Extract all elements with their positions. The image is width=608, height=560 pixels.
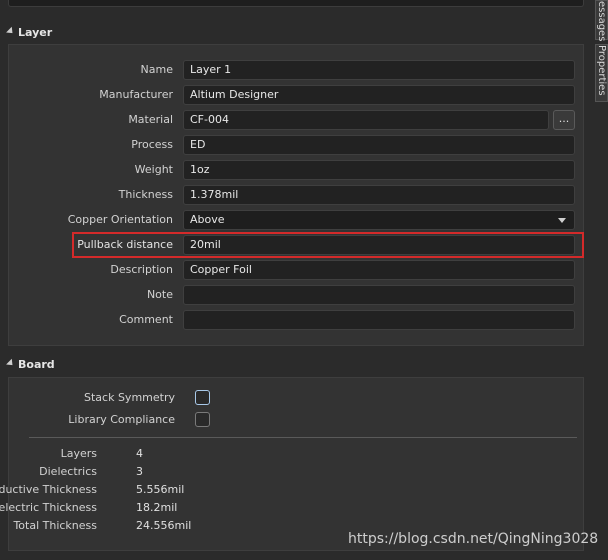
chevron-down-icon: [558, 218, 566, 223]
stack-symmetry-checkbox[interactable]: [195, 390, 210, 405]
material-browse-button[interactable]: ...: [553, 110, 575, 130]
note-row: Note: [9, 284, 583, 306]
material-label: Material: [128, 113, 173, 126]
conductive-thickness-label: Conductive Thickness: [0, 483, 97, 496]
stack-symmetry-label: Stack Symmetry: [84, 391, 175, 404]
process-field[interactable]: ED: [183, 135, 575, 155]
manufacturer-label: Manufacturer: [99, 88, 173, 101]
name-label: Name: [140, 63, 173, 76]
material-row: Material CF-004 ...: [9, 109, 583, 131]
weight-label: Weight: [134, 163, 173, 176]
dielectric-thickness-label: Dielectric Thickness: [0, 501, 97, 514]
dielectrics-value: 3: [136, 465, 143, 478]
layer-properties-panel: Name Layer 1 Manufacturer Altium Designe…: [8, 44, 584, 346]
copper-orientation-row: Copper Orientation Above: [9, 209, 583, 231]
watermark: https://blog.csdn.net/QingNing3028: [348, 531, 599, 547]
layer-section-title: Layer: [18, 26, 53, 39]
description-label: Description: [110, 263, 173, 276]
note-field[interactable]: [183, 285, 575, 305]
tab-properties-label: Properties: [596, 45, 607, 96]
board-section-title: Board: [18, 358, 55, 371]
copper-orientation-label: Copper Orientation: [67, 213, 173, 226]
dielectrics-label: Dielectrics: [39, 465, 97, 478]
copper-orientation-value: Above: [190, 213, 225, 226]
comment-field[interactable]: [183, 310, 575, 330]
library-compliance-label: Library Compliance: [68, 413, 175, 426]
comment-row: Comment: [9, 309, 583, 331]
side-panel-tabs: essages Properties: [595, 0, 608, 560]
name-row: Name Layer 1: [9, 59, 583, 81]
manufacturer-row: Manufacturer Altium Designer: [9, 84, 583, 106]
process-row: Process ED: [9, 134, 583, 156]
weight-row: Weight 1oz: [9, 159, 583, 181]
dielectric-thickness-value: 18.2mil: [136, 501, 178, 514]
total-thickness-label: Total Thickness: [13, 519, 97, 532]
tab-messages[interactable]: essages: [595, 0, 608, 42]
layers-label: Layers: [60, 447, 97, 460]
description-row: Description Copper Foil: [9, 259, 583, 281]
pullback-distance-label: Pullback distance: [77, 238, 173, 251]
copper-orientation-select[interactable]: Above: [183, 210, 575, 230]
board-divider: [29, 437, 577, 438]
weight-field[interactable]: 1oz: [183, 160, 575, 180]
search-bar-edge: [8, 0, 584, 7]
pullback-distance-field[interactable]: 20mil: [183, 235, 575, 255]
material-field[interactable]: CF-004: [183, 110, 549, 130]
thickness-row: Thickness 1.378mil: [9, 184, 583, 206]
board-properties-panel: Stack Symmetry Library Compliance Layers…: [0, 377, 584, 551]
note-label: Note: [146, 288, 173, 301]
name-field[interactable]: Layer 1: [183, 60, 575, 80]
total-thickness-value: 24.556mil: [136, 519, 192, 532]
thickness-label: Thickness: [118, 188, 173, 201]
process-label: Process: [131, 138, 173, 151]
layers-value: 4: [136, 447, 143, 460]
layer-section-header[interactable]: Layer: [6, 25, 52, 41]
description-field[interactable]: Copper Foil: [183, 260, 575, 280]
comment-label: Comment: [119, 313, 173, 326]
manufacturer-field[interactable]: Altium Designer: [183, 85, 575, 105]
pullback-distance-row: Pullback distance 20mil: [9, 234, 583, 256]
thickness-field[interactable]: 1.378mil: [183, 185, 575, 205]
board-section-header[interactable]: Board: [6, 357, 55, 373]
collapse-triangle-icon: [6, 358, 16, 368]
conductive-thickness-value: 5.556mil: [136, 483, 185, 496]
tab-properties[interactable]: Properties: [595, 44, 608, 102]
library-compliance-checkbox[interactable]: [195, 412, 210, 427]
tab-messages-label: essages: [596, 1, 607, 42]
collapse-triangle-icon: [6, 26, 16, 36]
